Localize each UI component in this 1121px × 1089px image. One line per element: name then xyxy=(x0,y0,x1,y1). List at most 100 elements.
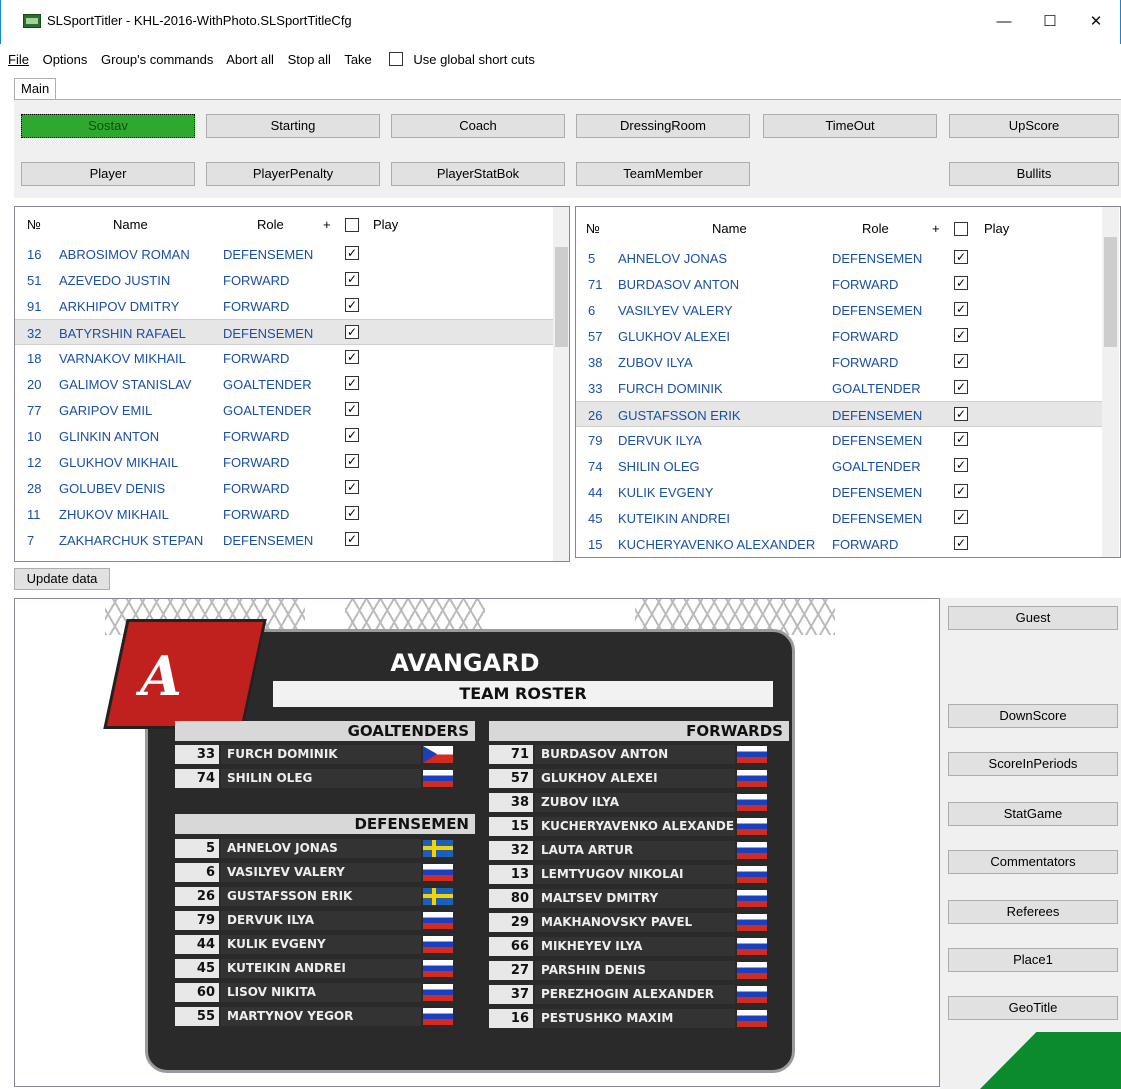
select-all-checkbox[interactable] xyxy=(954,222,968,236)
col-name[interactable]: Name xyxy=(712,221,747,236)
play-checkbox[interactable]: ✓ xyxy=(954,484,968,498)
play-checkbox[interactable]: ✓ xyxy=(345,506,359,520)
player-penalty-button[interactable]: PlayerPenalty xyxy=(206,162,380,186)
table-row[interactable]: 79 DERVUK ILYA DEFENSEMEN ✓ xyxy=(576,427,1102,453)
player-button[interactable]: Player xyxy=(21,162,195,186)
row-name: DERVUK ILYA xyxy=(618,433,702,448)
roster-player: 66 MIKHEYEV ILYA xyxy=(489,937,769,956)
table-row[interactable]: 32 BATYRSHIN RAFAEL DEFENSEMEN ✓ xyxy=(15,319,553,345)
play-checkbox[interactable]: ✓ xyxy=(345,246,359,260)
starting-button[interactable]: Starting xyxy=(206,114,380,138)
table-row[interactable]: 45 KUTEIKIN ANDREI DEFENSEMEN ✓ xyxy=(576,505,1102,531)
guest-button[interactable]: Guest xyxy=(948,606,1118,630)
close-button[interactable]: ✕ xyxy=(1073,8,1119,36)
play-checkbox[interactable]: ✓ xyxy=(954,458,968,472)
play-checkbox[interactable]: ✓ xyxy=(954,536,968,550)
row-name: GLUKHOV MIKHAIL xyxy=(59,455,179,470)
col-plus[interactable]: + xyxy=(323,217,331,232)
play-checkbox[interactable]: ✓ xyxy=(345,298,359,312)
play-checkbox[interactable]: ✓ xyxy=(345,272,359,286)
downscore-button[interactable]: DownScore xyxy=(948,704,1118,728)
commentators-button[interactable]: Commentators xyxy=(948,850,1118,874)
menu-stop-all[interactable]: Stop all xyxy=(288,52,331,67)
minimize-button[interactable]: — xyxy=(981,8,1027,36)
table-row[interactable]: 20 GALIMOV STANISLAV GOALTENDER ✓ xyxy=(15,371,553,397)
col-play[interactable]: Play xyxy=(373,217,398,232)
bullits-button[interactable]: Bullits xyxy=(949,162,1119,186)
player-number: 6 xyxy=(175,863,219,882)
play-checkbox[interactable]: ✓ xyxy=(345,532,359,546)
table-row[interactable]: 5 AHNELOV JONAS DEFENSEMEN ✓ xyxy=(576,245,1102,271)
play-checkbox[interactable]: ✓ xyxy=(954,407,968,421)
play-checkbox[interactable]: ✓ xyxy=(954,432,968,446)
global-shortcuts-checkbox[interactable] xyxy=(389,52,404,66)
scroll-thumb[interactable] xyxy=(555,247,568,347)
play-checkbox[interactable]: ✓ xyxy=(954,354,968,368)
table-row[interactable]: 74 SHILIN OLEG GOALTENDER ✓ xyxy=(576,453,1102,479)
table-row[interactable]: 71 BURDASOV ANTON FORWARD ✓ xyxy=(576,271,1102,297)
geotitle-button[interactable]: GeoTitle xyxy=(948,996,1118,1020)
col-plus[interactable]: + xyxy=(932,221,940,236)
play-checkbox[interactable]: ✓ xyxy=(345,454,359,468)
statgame-button[interactable]: StatGame xyxy=(948,802,1118,826)
table-row[interactable]: 28 GOLUBEV DENIS FORWARD ✓ xyxy=(15,475,553,501)
table-row[interactable]: 44 KULIK EVGENY DEFENSEMEN ✓ xyxy=(576,479,1102,505)
maximize-button[interactable]: ☐ xyxy=(1027,8,1073,36)
play-checkbox[interactable]: ✓ xyxy=(345,428,359,442)
table-row[interactable]: 91 ARKHIPOV DMITRY FORWARD ✓ xyxy=(15,293,553,319)
play-checkbox[interactable]: ✓ xyxy=(954,302,968,316)
menu-file[interactable]: File xyxy=(8,52,29,67)
col-role[interactable]: Role xyxy=(862,221,889,236)
referees-button[interactable]: Referees xyxy=(948,900,1118,924)
table-row[interactable]: 26 GUSTAFSSON ERIK DEFENSEMEN ✓ xyxy=(576,401,1102,427)
menu-options[interactable]: Options xyxy=(43,52,88,67)
table-row[interactable]: 11 ZHUKOV MIKHAIL FORWARD ✓ xyxy=(15,501,553,527)
upscore-button[interactable]: UpScore xyxy=(949,114,1119,138)
scoreinperiods-button[interactable]: ScoreInPeriods xyxy=(948,752,1118,776)
vertical-scrollbar[interactable] xyxy=(1102,207,1119,557)
tab-main[interactable]: Main xyxy=(14,78,57,100)
table-row[interactable]: 15 KUCHERYAVENKO ALEXANDER FORWARD ✓ xyxy=(576,531,1102,557)
col-name[interactable]: Name xyxy=(113,217,148,232)
table-row[interactable]: 12 GLUKHOV MIKHAIL FORWARD ✓ xyxy=(15,449,553,475)
row-role: DEFENSEMEN xyxy=(832,251,923,266)
play-checkbox[interactable]: ✓ xyxy=(954,510,968,524)
col-number[interactable]: № xyxy=(27,217,41,232)
play-checkbox[interactable]: ✓ xyxy=(954,276,968,290)
table-row[interactable]: 57 GLUKHOV ALEXEI FORWARD ✓ xyxy=(576,323,1102,349)
table-row[interactable]: 16 ABROSIMOV ROMAN DEFENSEMEN ✓ xyxy=(15,241,553,267)
select-all-checkbox[interactable] xyxy=(345,218,359,232)
play-checkbox[interactable]: ✓ xyxy=(345,325,359,339)
update-data-button[interactable]: Update data xyxy=(14,568,110,590)
sostav-button[interactable]: Sostav xyxy=(21,114,195,138)
vertical-scrollbar[interactable] xyxy=(553,207,569,561)
player-stat-button[interactable]: PlayerStatBok xyxy=(391,162,565,186)
play-checkbox[interactable]: ✓ xyxy=(345,402,359,416)
table-row[interactable]: 18 VARNAKOV MIKHAIL FORWARD ✓ xyxy=(15,345,553,371)
table-row[interactable]: 6 VASILYEV VALERY DEFENSEMEN ✓ xyxy=(576,297,1102,323)
dressing-room-button[interactable]: DressingRoom xyxy=(576,114,750,138)
play-checkbox[interactable]: ✓ xyxy=(954,250,968,264)
play-checkbox[interactable]: ✓ xyxy=(345,376,359,390)
play-checkbox[interactable]: ✓ xyxy=(954,328,968,342)
place1-button[interactable]: Place1 xyxy=(948,948,1118,972)
team-member-button[interactable]: TeamMember xyxy=(576,162,750,186)
menu-group-commands[interactable]: Group's commands xyxy=(101,52,213,67)
play-checkbox[interactable]: ✓ xyxy=(345,350,359,364)
menu-take[interactable]: Take xyxy=(344,52,371,67)
col-role[interactable]: Role xyxy=(257,217,284,232)
coach-button[interactable]: Coach xyxy=(391,114,565,138)
menu-abort-all[interactable]: Abort all xyxy=(226,52,274,67)
table-row[interactable]: 33 FURCH DOMINIK GOALTENDER ✓ xyxy=(576,375,1102,401)
table-row[interactable]: 38 ZUBOV ILYA FORWARD ✓ xyxy=(576,349,1102,375)
table-row[interactable]: 10 GLINKIN ANTON FORWARD ✓ xyxy=(15,423,553,449)
table-row[interactable]: 51 AZEVEDO JUSTIN FORWARD ✓ xyxy=(15,267,553,293)
col-play[interactable]: Play xyxy=(984,221,1009,236)
play-checkbox[interactable]: ✓ xyxy=(954,380,968,394)
table-row[interactable]: 77 GARIPOV EMIL GOALTENDER ✓ xyxy=(15,397,553,423)
table-row[interactable]: 7 ZAKHARCHUK STEPAN DEFENSEMEN ✓ xyxy=(15,527,553,553)
play-checkbox[interactable]: ✓ xyxy=(345,480,359,494)
timeout-button[interactable]: TimeOut xyxy=(763,114,937,138)
scroll-thumb[interactable] xyxy=(1104,237,1117,347)
col-number[interactable]: № xyxy=(586,221,600,236)
